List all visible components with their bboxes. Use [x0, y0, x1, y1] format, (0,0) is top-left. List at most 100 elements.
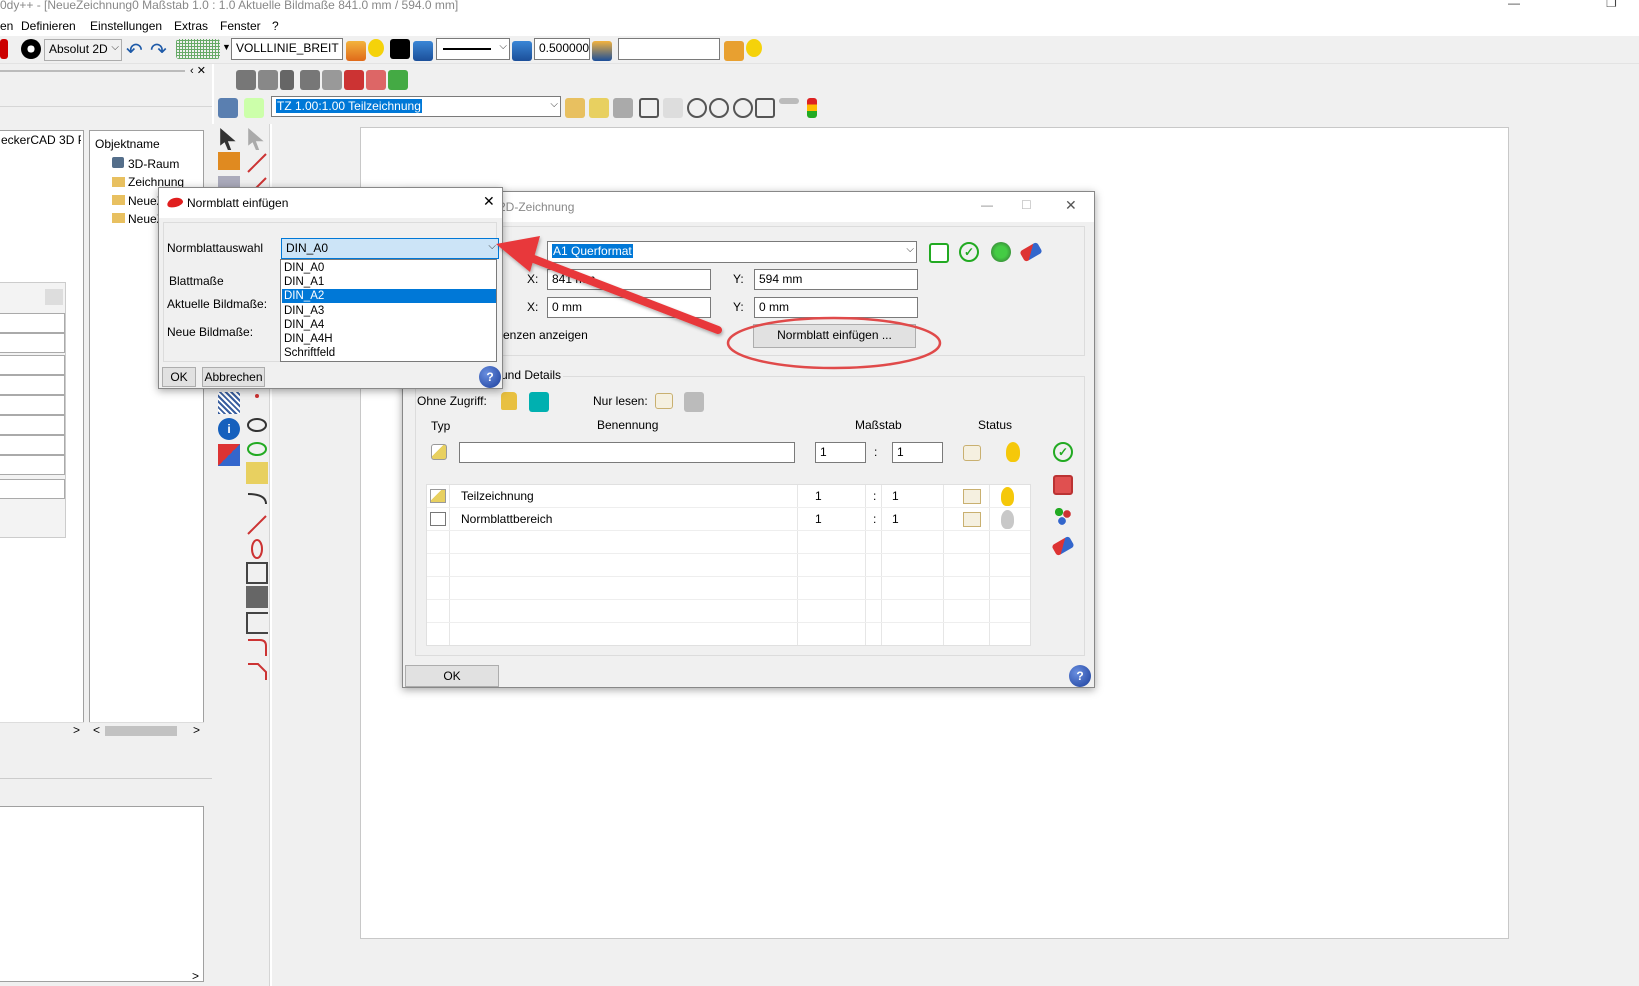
table-row[interactable]: [427, 577, 1030, 600]
dropdown-option[interactable]: DIN_A4: [282, 318, 496, 332]
property-field[interactable]: [0, 375, 65, 395]
globe-icon[interactable]: [991, 242, 1011, 262]
dropdown-option[interactable]: Schriftfeld: [282, 346, 496, 360]
chevron-down-icon[interactable]: ▼: [222, 42, 231, 52]
measure-icon[interactable]: [565, 98, 585, 118]
color-swatch-icon[interactable]: [390, 39, 410, 59]
line-style-select[interactable]: ⌵: [436, 38, 510, 60]
help-icon[interactable]: ?: [1069, 665, 1091, 687]
angle-icon[interactable]: [589, 98, 609, 118]
traffic-light-icon[interactable]: [807, 98, 817, 118]
fillet-icon[interactable]: [246, 636, 268, 658]
color-palette-icon[interactable]: [244, 98, 264, 118]
edit-icon[interactable]: [246, 462, 268, 484]
book-icon[interactable]: [963, 489, 981, 504]
close-icon[interactable]: [45, 289, 63, 305]
menu-help[interactable]: ?: [272, 19, 279, 33]
lightbulb-icon[interactable]: [746, 39, 762, 57]
line-icon[interactable]: [246, 152, 268, 174]
scroll-left-arrow[interactable]: <: [93, 723, 100, 737]
frame-icon[interactable]: [246, 612, 268, 634]
scroll-right-arrow[interactable]: >: [192, 969, 199, 983]
layers-blue-icon[interactable]: [413, 41, 433, 61]
color-palette-icon[interactable]: [1053, 506, 1073, 526]
close-button[interactable]: ✕: [483, 193, 495, 210]
arc-icon[interactable]: [246, 490, 268, 512]
dropdown-option[interactable]: DIN_A0: [282, 261, 496, 275]
menu-item[interactable]: en: [0, 19, 13, 33]
minimize-button[interactable]: —: [1508, 0, 1520, 10]
block-icon[interactable]: [246, 586, 268, 608]
extrude-icon[interactable]: [322, 70, 342, 90]
zoom-in-icon[interactable]: [687, 98, 707, 118]
dropdown-option[interactable]: DIN_A3: [282, 304, 496, 318]
property-field[interactable]: [0, 395, 65, 415]
table-row[interactable]: [427, 623, 1030, 645]
scale-denominator-field[interactable]: 1: [892, 442, 943, 463]
rectangle-icon[interactable]: [246, 562, 268, 584]
cut-icon[interactable]: [344, 70, 364, 90]
ellipse-icon[interactable]: [246, 438, 268, 460]
book-icon[interactable]: [655, 393, 673, 409]
eraser-icon[interactable]: [218, 444, 240, 466]
table-row[interactable]: [427, 554, 1030, 577]
mesh-icon[interactable]: [258, 70, 278, 90]
text-field[interactable]: [618, 38, 720, 60]
drawing-type-icon[interactable]: [431, 444, 447, 460]
normblatt-select[interactable]: DIN_A0 ⌵: [281, 238, 499, 259]
scroll-right-arrow[interactable]: >: [73, 723, 80, 737]
lightbulb-off-icon[interactable]: [1001, 510, 1014, 529]
table-row[interactable]: Normblattbereich 1 : 1: [427, 508, 1030, 531]
height-field[interactable]: 594 mm: [754, 269, 918, 290]
menu-fenster[interactable]: Fenster: [220, 19, 261, 33]
pencil-icon[interactable]: [218, 152, 240, 170]
line-width-field[interactable]: 0.500000: [534, 38, 590, 60]
lightbulb-on-icon[interactable]: [1006, 442, 1020, 462]
color-icon[interactable]: [0, 39, 8, 59]
chamfer-icon[interactable]: [246, 660, 268, 682]
gray-swatch[interactable]: [684, 392, 704, 412]
maximize-button[interactable]: ☐: [1021, 198, 1032, 212]
property-field[interactable]: [0, 455, 65, 475]
line-diag-icon[interactable]: [246, 514, 268, 536]
property-field[interactable]: [0, 355, 65, 375]
dock-pin-icon[interactable]: ‹ ✕: [190, 64, 206, 77]
dropdown-option-selected[interactable]: DIN_A2: [282, 289, 496, 303]
scroll-right-arrow[interactable]: >: [193, 723, 200, 737]
hatch-icon[interactable]: [218, 392, 240, 414]
teal-swatch[interactable]: [529, 392, 549, 412]
property-field[interactable]: [0, 333, 65, 353]
undo-icon[interactable]: ↶: [126, 38, 143, 63]
frame-select-icon[interactable]: [929, 243, 949, 263]
horizontal-scrollbar[interactable]: >: [0, 722, 84, 738]
grid-icon[interactable]: [176, 39, 220, 59]
lock-icon[interactable]: [501, 392, 517, 410]
property-field[interactable]: [0, 313, 65, 333]
property-field[interactable]: [0, 479, 65, 499]
property-field[interactable]: [0, 435, 65, 455]
line-type-field[interactable]: VOLLLINIE_BREIT: [231, 38, 343, 60]
table-row[interactable]: Teilzeichnung 1 : 1: [427, 485, 1030, 508]
layers-icon[interactable]: [346, 41, 366, 61]
check-icon[interactable]: ✓: [959, 242, 979, 262]
ok-button[interactable]: OK: [162, 367, 196, 387]
ok-button[interactable]: OK: [405, 665, 499, 687]
scale-numerator-field[interactable]: 1: [815, 442, 866, 463]
book-icon[interactable]: [963, 512, 981, 527]
help-icon[interactable]: ?: [479, 366, 501, 388]
print-icon[interactable]: [218, 98, 238, 118]
spline-icon[interactable]: [246, 538, 268, 560]
layers-blue-icon[interactable]: [512, 41, 532, 61]
cancel-button[interactable]: Abbrechen: [202, 367, 265, 387]
dropdown-option[interactable]: DIN_A1: [282, 275, 496, 289]
circle-icon[interactable]: [246, 414, 268, 436]
menu-einstellungen[interactable]: Einstellungen: [90, 19, 162, 33]
redraw-icon[interactable]: [779, 98, 799, 104]
point-icon[interactable]: [246, 392, 268, 414]
table-row[interactable]: [427, 600, 1030, 623]
lightbulb-icon[interactable]: [368, 39, 384, 57]
folder-icon[interactable]: [724, 41, 744, 61]
info-icon[interactable]: i: [218, 418, 240, 440]
layer-select[interactable]: TZ 1.00:1.00 Teilzeichnung ⌵: [271, 96, 561, 117]
origin-icon[interactable]: [21, 39, 41, 59]
